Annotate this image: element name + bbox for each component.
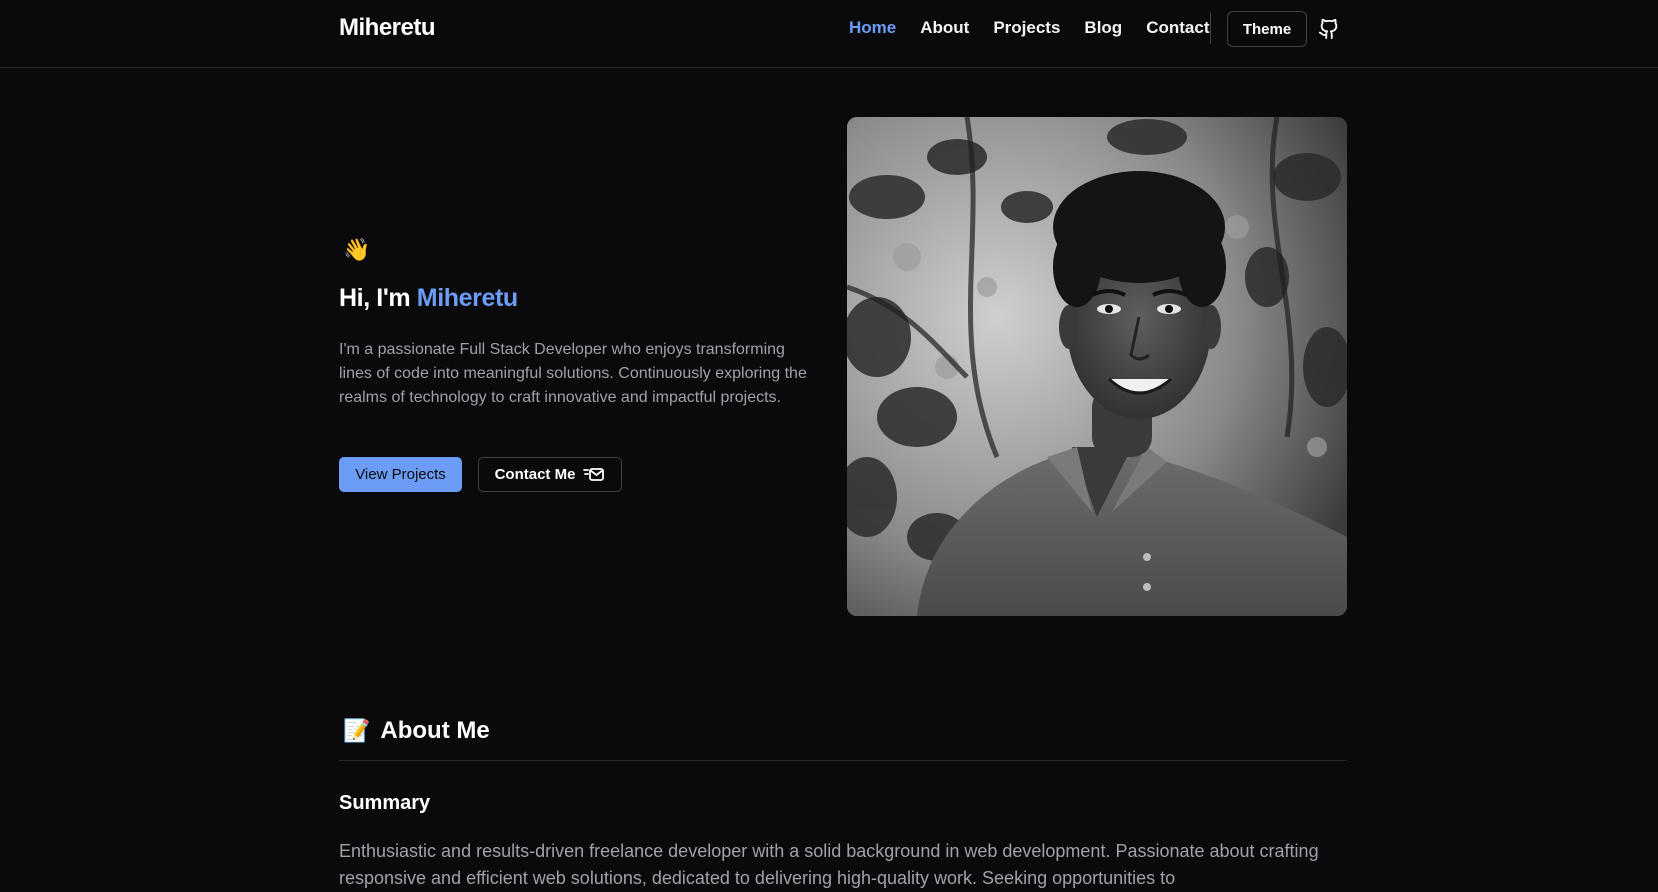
github-link[interactable]	[1318, 18, 1340, 40]
hero-name: Miheretu	[416, 284, 518, 312]
profile-photo-illustration	[847, 117, 1347, 616]
hero-greeting: Hi, I'm	[339, 284, 417, 312]
summary-text: Enthusiastic and results-driven freelanc…	[339, 841, 1319, 888]
about-heading: 📝 About Me	[343, 717, 490, 745]
about-title-text: About Me	[380, 717, 490, 744]
view-projects-button[interactable]: View Projects	[339, 457, 462, 492]
nav-divider	[1210, 13, 1211, 44]
hero-description: I'm a passionate Full Stack Developer wh…	[339, 341, 807, 406]
contact-me-button[interactable]: Contact Me	[478, 457, 622, 492]
nav-link-about[interactable]: About	[920, 18, 969, 38]
about-divider	[339, 760, 1347, 761]
github-icon	[1318, 18, 1338, 40]
nav-link-projects[interactable]: Projects	[993, 18, 1060, 38]
memo-emoji: 📝	[343, 718, 371, 744]
mail-icon	[583, 467, 605, 481]
wave-emoji: 👋	[343, 238, 371, 263]
summary-heading: Summary	[339, 792, 431, 814]
theme-toggle-button[interactable]: Theme	[1227, 11, 1307, 47]
nav-link-contact[interactable]: Contact	[1146, 18, 1209, 38]
profile-photo	[847, 117, 1347, 616]
nav-link-blog[interactable]: Blog	[1084, 18, 1122, 38]
site-header: Miheretu Home About Projects Blog Contac…	[0, 0, 1658, 68]
hero-title: Hi, I'm Miheretu	[339, 284, 518, 313]
main-nav: Home About Projects Blog Contact	[849, 18, 1233, 38]
brand-logo[interactable]: Miheretu	[339, 14, 436, 42]
nav-link-home[interactable]: Home	[849, 18, 896, 38]
contact-me-label: Contact Me	[494, 466, 576, 483]
